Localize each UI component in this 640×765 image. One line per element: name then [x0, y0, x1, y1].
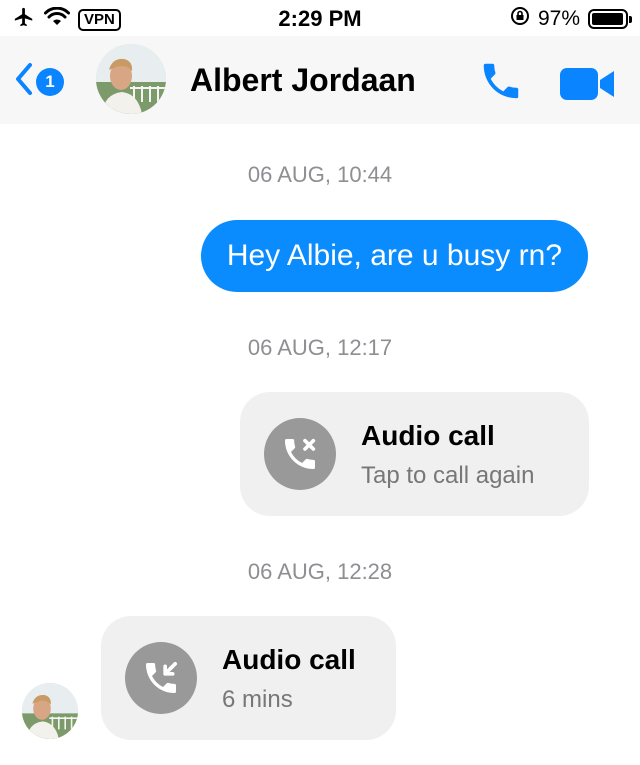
call-card-outgoing[interactable]: Audio call Tap to call again — [240, 392, 589, 516]
call-title: Audio call — [361, 420, 495, 451]
call-title: Audio call — [222, 644, 356, 675]
timestamp: 06 AUG, 12:28 — [247, 559, 393, 584]
incoming-call-icon — [125, 642, 197, 714]
status-right: 97% — [510, 6, 632, 32]
contact-name[interactable]: Albert Jordaan — [190, 62, 416, 99]
call-subtitle: 6 mins — [222, 686, 293, 713]
status-bar: VPN 2:29 PM 97% — [0, 0, 640, 36]
battery-percent: 97% — [537, 7, 580, 30]
call-card-incoming[interactable]: Audio call 6 mins — [101, 616, 396, 740]
back-chevron-icon — [14, 62, 34, 101]
conversation-header: 1 Albert Jordaan — [0, 36, 640, 124]
back-button[interactable]: 1 — [14, 62, 64, 101]
battery-fill — [592, 13, 623, 25]
unread-count-badge: 1 — [36, 67, 64, 96]
phone-icon[interactable] — [478, 58, 524, 109]
outgoing-message[interactable]: Hey Albie, are u busy rn? — [200, 220, 588, 292]
missed-call-icon — [264, 418, 336, 490]
orientation-lock-icon — [510, 6, 530, 32]
timestamp: 06 AUG, 10:44 — [247, 162, 393, 187]
call-subtitle: Tap to call again — [361, 462, 535, 489]
timestamp: 06 AUG, 12:17 — [247, 335, 393, 360]
battery-icon — [588, 9, 632, 29]
contact-avatar[interactable] — [96, 44, 166, 114]
video-camera-icon[interactable] — [560, 66, 616, 107]
sender-avatar[interactable] — [22, 683, 78, 739]
message-text: Hey Albie, are u busy rn? — [226, 239, 562, 272]
